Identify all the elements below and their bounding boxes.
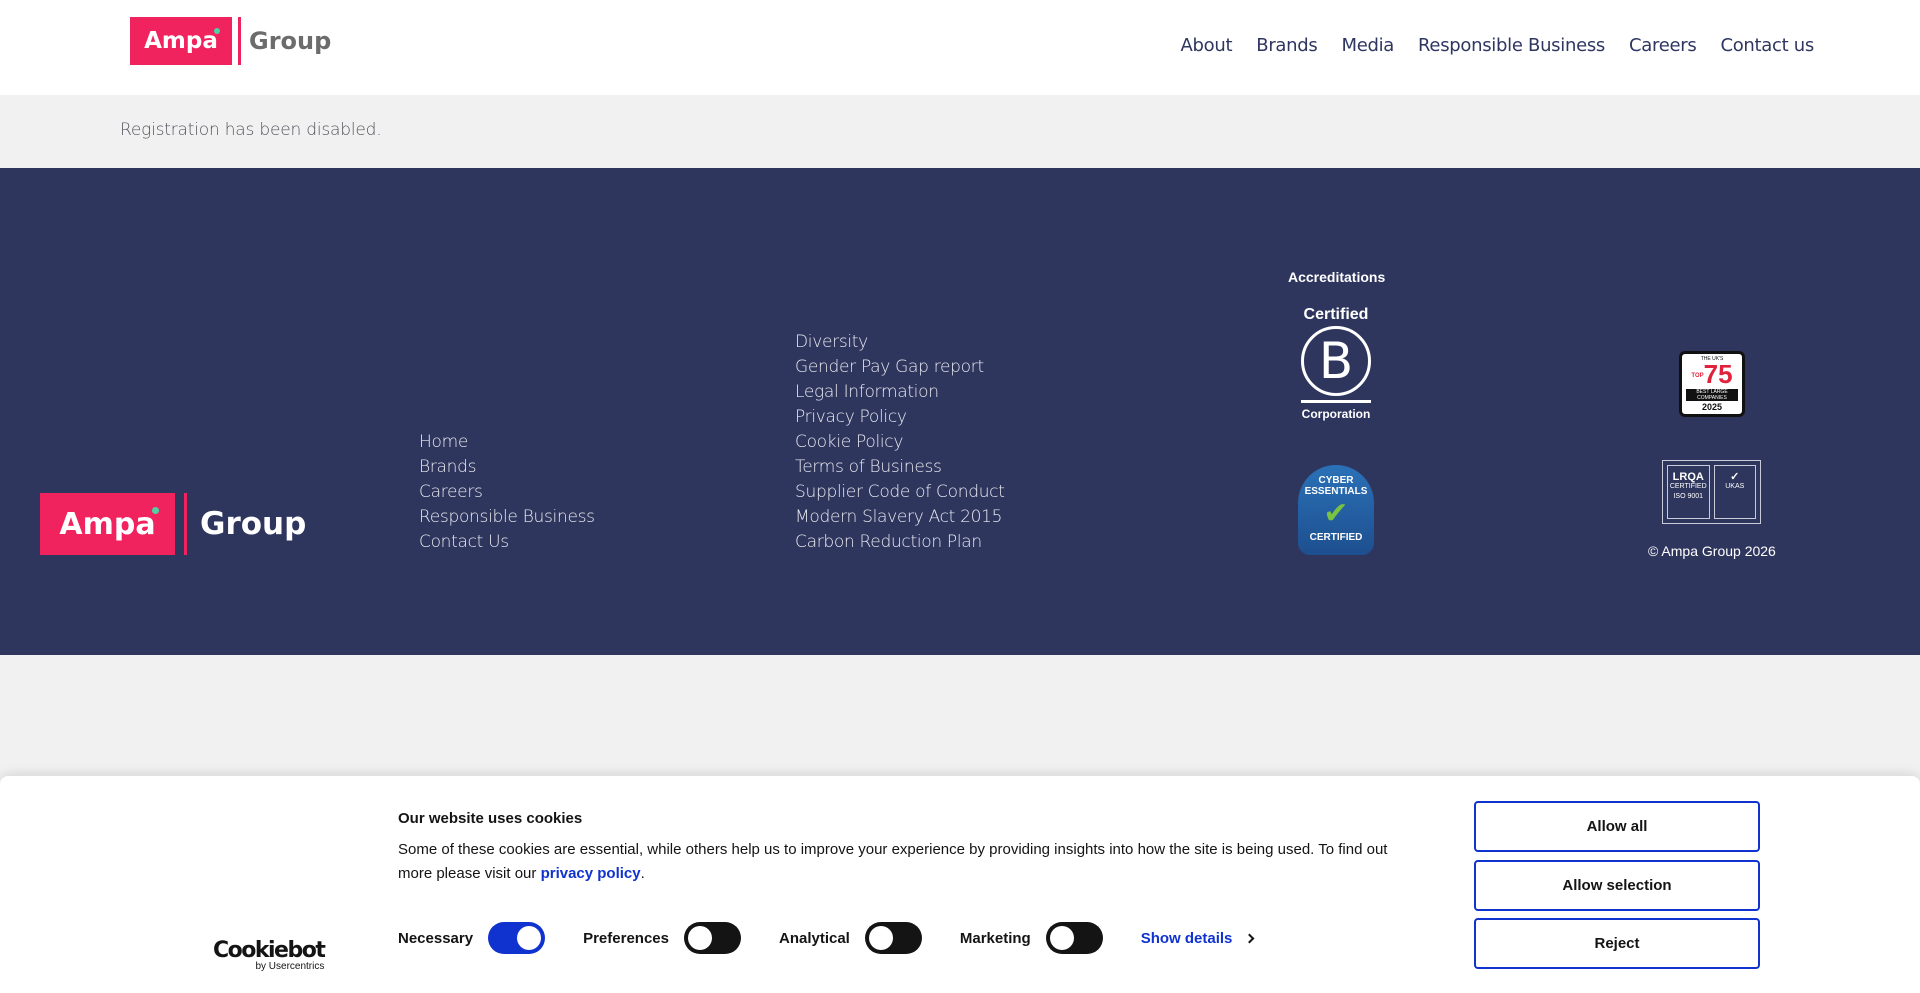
nav-about[interactable]: About (1181, 35, 1233, 56)
footer-link-supplier-code[interactable]: Supplier Code of Conduct (795, 480, 1005, 505)
lrqa-box: LRQA CERTIFIED ISO 9001 (1667, 465, 1710, 519)
b-corp-circle: B (1301, 326, 1371, 396)
logo-dot-icon (214, 28, 220, 34)
reject-button[interactable]: Reject (1474, 918, 1760, 969)
toggle-knob (687, 926, 712, 950)
show-details-link[interactable]: Show details (1140, 929, 1255, 947)
footer-link-modern-slavery[interactable]: Modern Slavery Act 2015 (795, 505, 1005, 530)
cyber-line2: ESSENTIALS (1304, 486, 1368, 497)
cookie-banner: Cookiebot by Usercentrics Our website us… (0, 776, 1920, 993)
cyber-line1: CYBER (1318, 475, 1354, 486)
toggle-label-necessary: Necessary (398, 929, 474, 947)
cookiebot-name: Cookiebot (213, 938, 326, 963)
cyber-certified-text: CERTIFIED (1309, 532, 1363, 543)
toggle-necessary[interactable] (488, 922, 546, 954)
checkmark-icon: ✔ (1323, 497, 1349, 530)
toggle-analytical[interactable] (864, 922, 922, 954)
footer-links-legal: Diversity Gender Pay Gap report Legal In… (795, 330, 1005, 555)
top75-value: 75 (1703, 359, 1733, 389)
top75-year: 2025 (1701, 402, 1723, 413)
toggle-knob (517, 926, 542, 950)
footer-link-legal-information[interactable]: Legal Information (795, 380, 1005, 405)
lrqa-certified: CERTIFIED (1669, 483, 1707, 490)
show-details-label: Show details (1140, 929, 1233, 947)
top75-top: TOP (1691, 373, 1704, 380)
b-corp-line (1301, 400, 1371, 403)
allow-all-button[interactable]: Allow all (1474, 801, 1760, 852)
logo-divider (238, 17, 241, 65)
toggle-label-preferences: Preferences (583, 929, 669, 947)
footer-link-careers[interactable]: Careers (419, 480, 595, 505)
nav-media[interactable]: Media (1341, 35, 1394, 56)
lrqa-name: LRQA (1672, 471, 1704, 483)
cookiebot-logo: Cookiebot by Usercentrics (213, 938, 326, 972)
footer-link-privacy-policy[interactable]: Privacy Policy (795, 405, 1005, 430)
footer-link-brands[interactable]: Brands (419, 455, 595, 480)
b-corp-badge-icon: Certified B Corporation (1298, 306, 1374, 421)
ukas-box: ✓ UKAS (1713, 465, 1756, 519)
top75-number: TOP75 (1682, 359, 1742, 389)
top-75-badge-icon: THE UK'S TOP75 BEST LARGE COMPANIES 2025 (1679, 351, 1745, 417)
toggle-knob (1049, 926, 1074, 950)
footer-logo[interactable]: Ampa Group (40, 493, 306, 555)
footer-logo-brand-box: Ampa (40, 493, 175, 555)
chevron-right-icon (1244, 933, 1255, 943)
footer-link-cookie-policy[interactable]: Cookie Policy (795, 430, 1005, 455)
footer-logo-brand-text: Ampa (59, 506, 156, 542)
footer-logo-group-text: Group (200, 506, 307, 542)
cyber-essentials-badge-icon: CYBER ESSENTIALS ✔ CERTIFIED (1298, 465, 1374, 555)
ukas-name: UKAS (1725, 483, 1745, 490)
footer-logo-divider (184, 493, 187, 555)
cookie-description: Some of these cookies are essential, whi… (398, 838, 1418, 886)
footer-link-home[interactable]: Home (419, 430, 595, 455)
footer-link-responsible-business[interactable]: Responsible Business (419, 505, 595, 530)
b-corp-letter: B (1318, 332, 1354, 390)
privacy-policy-link[interactable]: privacy policy (541, 865, 641, 882)
allow-selection-button[interactable]: Allow selection (1474, 860, 1760, 911)
toggle-knob (868, 926, 893, 950)
toggle-preferences[interactable] (683, 922, 741, 954)
nav-contact-us[interactable]: Contact us (1720, 35, 1814, 56)
lrqa-iso: ISO 9001 (1673, 493, 1704, 500)
footer-links-main: Home Brands Careers Responsible Business… (419, 430, 595, 555)
lrqa-ukas-badge-icon: LRQA CERTIFIED ISO 9001 ✓ UKAS (1662, 460, 1761, 524)
footer-link-carbon-reduction[interactable]: Carbon Reduction Plan (795, 530, 1005, 555)
footer-link-terms-of-business[interactable]: Terms of Business (795, 455, 1005, 480)
footer-link-gender-pay-gap[interactable]: Gender Pay Gap report (795, 355, 1005, 380)
toggle-label-marketing: Marketing (959, 929, 1031, 947)
toggle-label-analytical: Analytical (778, 929, 850, 947)
top75-band: BEST LARGE COMPANIES (1686, 389, 1738, 402)
footer-link-contact-us[interactable]: Contact Us (419, 530, 595, 555)
logo-brand-box: Ampa (130, 17, 232, 65)
registration-message: Registration has been disabled. (120, 120, 382, 140)
site-header: Ampa Group About Brands Media Responsibl… (0, 0, 1920, 95)
site-footer: Ampa Group Home Brands Careers Responsib… (0, 168, 1920, 655)
nav-responsible-business[interactable]: Responsible Business (1418, 35, 1605, 56)
nav-brands[interactable]: Brands (1256, 35, 1318, 56)
cookie-title: Our website uses cookies (398, 810, 583, 827)
logo-brand-text: Ampa (144, 28, 218, 54)
footer-logo-dot-icon (152, 507, 159, 514)
footer-link-diversity[interactable]: Diversity (795, 330, 1005, 355)
cyber-essentials-title: CYBER ESSENTIALS (1298, 475, 1374, 497)
logo-group-text: Group (249, 27, 332, 55)
accreditations-title: Accreditations (1288, 269, 1386, 285)
nav-careers[interactable]: Careers (1629, 35, 1697, 56)
copyright: © Ampa Group 2026 (1648, 543, 1776, 559)
main-nav: About Brands Media Responsible Business … (1157, 35, 1815, 56)
toggle-marketing[interactable] (1045, 922, 1103, 954)
b-corp-certified-text: Certified (1303, 306, 1369, 323)
cookie-toggles: Necessary Preferences Analytical Marketi… (398, 922, 1255, 954)
cookie-text-end: . (640, 865, 645, 882)
ampa-group-logo[interactable]: Ampa Group (130, 17, 331, 65)
b-corp-corporation-text: Corporation (1301, 407, 1371, 421)
ukas-check-icon: ✓ (1730, 471, 1740, 483)
